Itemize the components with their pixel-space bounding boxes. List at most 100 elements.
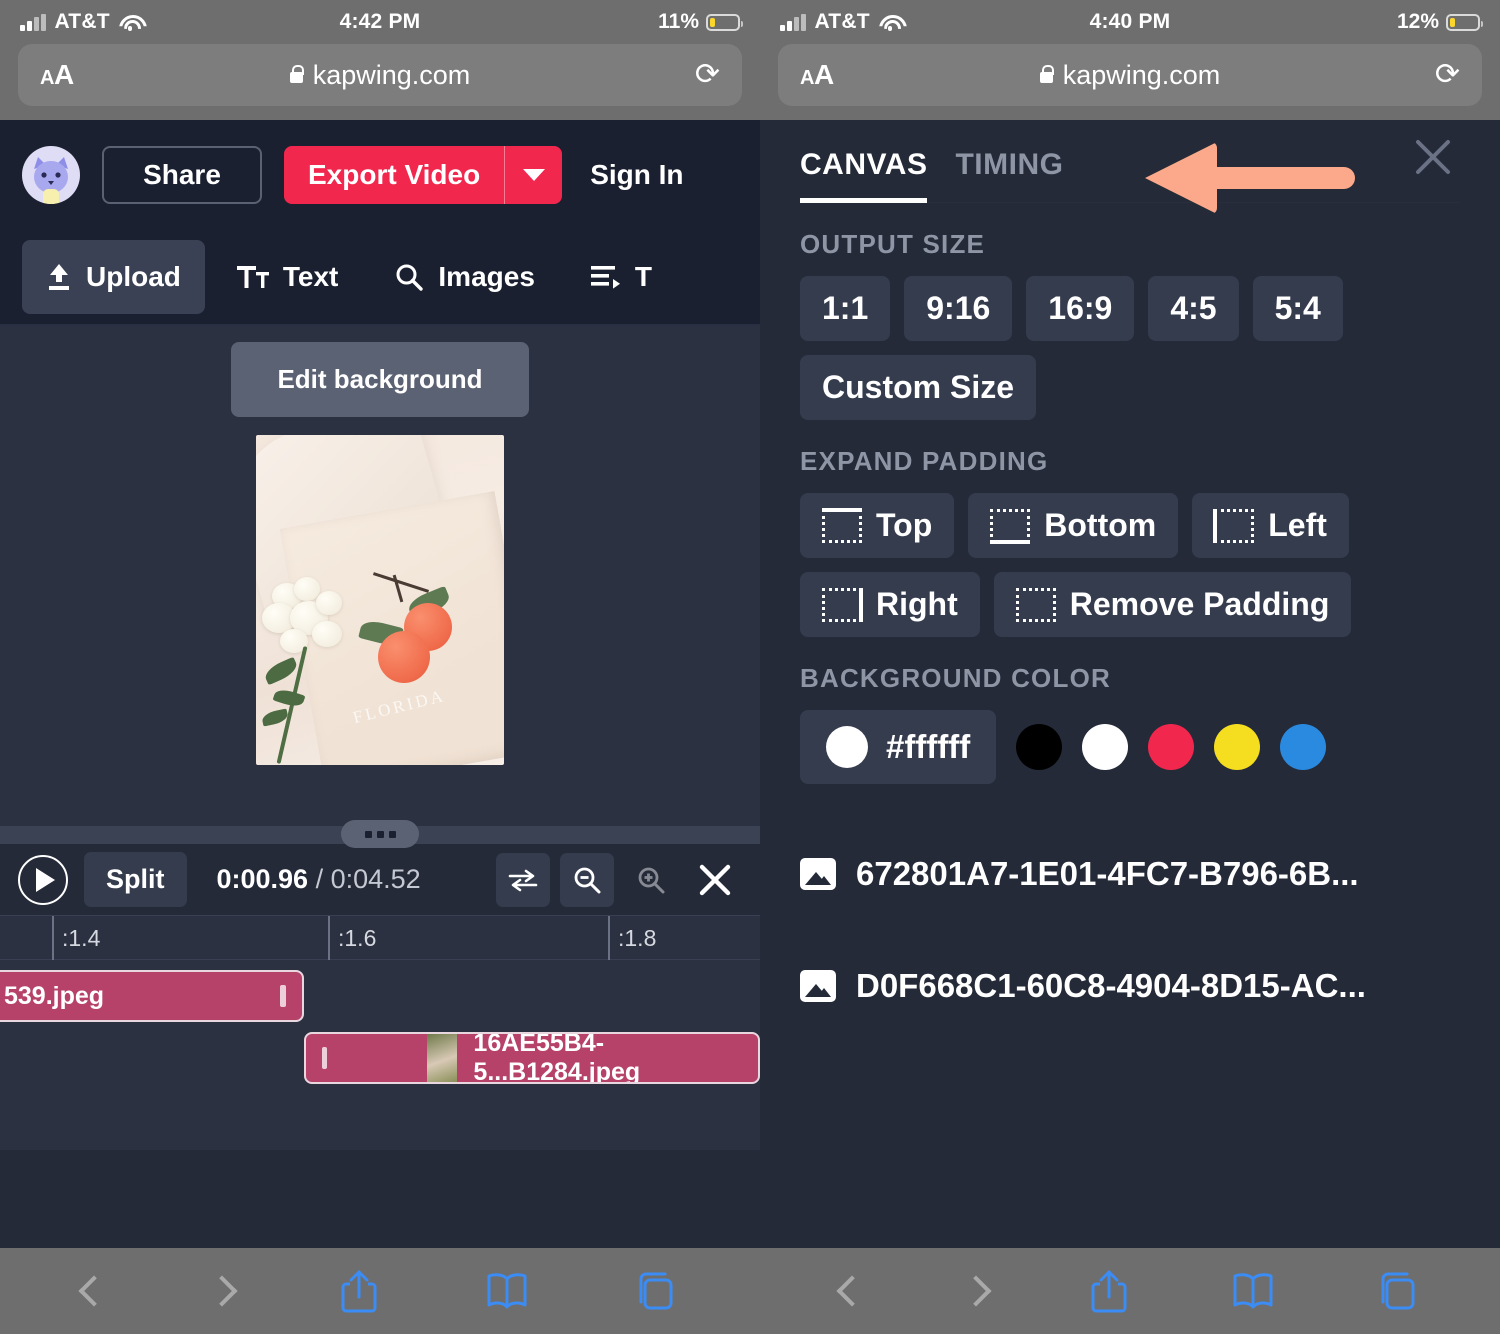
padding-left-label: Left <box>1268 507 1327 543</box>
canvas-preview-image[interactable]: FLORIDA <box>256 435 504 765</box>
avatar[interactable] <box>22 146 80 204</box>
tool-text-label: Text <box>282 261 339 292</box>
text-size-icon[interactable]: AA <box>800 59 834 91</box>
padding-top-button[interactable]: Top <box>800 493 955 558</box>
share-icon[interactable] <box>1089 1268 1129 1314</box>
zoom-out-icon[interactable] <box>560 852 614 907</box>
tabs-icon[interactable] <box>635 1270 677 1312</box>
edit-background-button[interactable]: Edit background <box>231 342 529 417</box>
tool-timeline[interactable]: T <box>567 240 676 314</box>
text-icon <box>236 263 269 291</box>
zoom-in-icon[interactable] <box>624 853 678 907</box>
drag-handle-icon[interactable] <box>341 820 419 848</box>
chevron-down-icon[interactable] <box>504 146 563 204</box>
bookmarks-icon[interactable] <box>1231 1271 1275 1311</box>
padding-left-icon <box>1213 508 1255 543</box>
share-button[interactable]: Share <box>102 146 262 204</box>
padding-right-button[interactable]: Right <box>800 572 980 637</box>
padding-right-icon <box>822 587 863 622</box>
tool-upload-label: Upload <box>86 261 181 292</box>
color-preset-yellow[interactable] <box>1214 724 1261 770</box>
battery-icon <box>1446 13 1483 31</box>
padding-bottom-button[interactable]: Bottom <box>968 493 1179 558</box>
padding-bottom-icon <box>990 508 1031 544</box>
color-preset-red[interactable] <box>1148 724 1195 770</box>
tool-upload[interactable]: Upload <box>22 240 205 314</box>
safari-urlbar-wrap-right: AA kapwing.com ⟳ <box>760 44 1500 120</box>
padding-bottom-label: Bottom <box>1044 507 1157 543</box>
export-button-group: Export Video <box>284 146 563 204</box>
back-icon[interactable] <box>836 1275 868 1307</box>
close-panel-icon[interactable] <box>1406 130 1460 184</box>
padding-left-button[interactable]: Left <box>1192 493 1349 558</box>
app-topbar: Share Export Video Sign In <box>0 120 760 230</box>
clip-trim-handle[interactable] <box>280 985 286 1007</box>
ruler-tick: :1.4 <box>52 916 100 960</box>
tab-canvas[interactable]: CANVAS <box>800 148 928 203</box>
panel-tabs: CANVAS TIMING <box>800 120 1460 214</box>
timeline-clip[interactable]: 16AE55B4-5...B1284.jpeg <box>304 1032 760 1084</box>
clip-name: 16AE55B4-5...B1284.jpeg <box>473 1032 641 1084</box>
forward-icon[interactable] <box>206 1275 238 1307</box>
left-arrow-annotation <box>1145 142 1355 214</box>
remove-padding-icon <box>1015 587 1056 622</box>
ratio-button-4-5[interactable]: 4:5 <box>1148 276 1239 341</box>
timeline-resize-handle[interactable] <box>0 820 760 848</box>
list-item[interactable]: D0F668C1-60C8-4904-8D15-AC... <box>800 930 1460 1042</box>
reload-icon[interactable]: ⟳ <box>695 60 720 90</box>
timeline-clip[interactable]: 539.jpeg <box>0 970 304 1022</box>
tab-timing[interactable]: TIMING <box>955 148 1063 198</box>
play-button[interactable] <box>18 854 68 905</box>
left-screen: AT&T 4:42 PM 11% AA kapwing.com ⟳ Share … <box>0 0 760 1334</box>
timecode-display: 0:00.96 / 0:04.52 <box>217 864 421 895</box>
share-icon[interactable] <box>339 1268 379 1314</box>
fit-to-screen-icon[interactable] <box>496 852 550 907</box>
color-preset-black[interactable] <box>1016 724 1063 770</box>
lock-icon <box>1039 64 1055 83</box>
remove-padding-button[interactable]: Remove Padding <box>993 572 1352 637</box>
tabs-icon[interactable] <box>1377 1270 1419 1312</box>
color-preset-blue[interactable] <box>1280 724 1327 770</box>
status-left-group: AT&T <box>0 10 141 34</box>
image-file-icon <box>800 858 836 890</box>
url-text: kapwing.com <box>1062 59 1221 90</box>
output-size-heading: OUTPUT SIZE <box>800 229 986 259</box>
forward-icon[interactable] <box>960 1275 992 1307</box>
tool-images-label: Images <box>438 261 535 292</box>
address-bar[interactable]: AA kapwing.com ⟳ <box>778 44 1482 106</box>
close-timeline-icon[interactable] <box>688 853 742 907</box>
ratio-button-16-9[interactable]: 16:9 <box>1026 276 1135 341</box>
dual-screenshot-composite: AT&T 4:42 PM 11% AA kapwing.com ⟳ Share … <box>0 0 1500 1334</box>
tool-images[interactable]: Images <box>370 240 559 314</box>
timeline-controls: Split 0:00.96 / 0:04.52 <box>0 844 760 916</box>
battery-icon <box>706 13 743 31</box>
timeline-icon <box>590 263 621 291</box>
app-toolbar: Upload Text Images T <box>0 230 760 326</box>
ratio-button-1-1[interactable]: 1:1 <box>800 276 891 341</box>
signal-bars-icon <box>780 13 806 31</box>
back-icon[interactable] <box>78 1275 110 1307</box>
upload-icon <box>46 262 72 292</box>
url-display: kapwing.com <box>778 60 1482 91</box>
color-preset-white[interactable] <box>1082 724 1129 770</box>
address-bar[interactable]: AA kapwing.com ⟳ <box>18 44 742 106</box>
bookmarks-icon[interactable] <box>485 1271 529 1311</box>
hex-value-label: #ffffff <box>886 728 971 765</box>
timeline-ruler[interactable]: :1.4 :1.6 :1.8 <box>0 916 760 960</box>
export-video-button[interactable]: Export Video <box>284 146 505 204</box>
orange-fruit-bottom <box>378 631 430 683</box>
ratio-button-9-16[interactable]: 9:16 <box>904 276 1013 341</box>
custom-size-button[interactable]: Custom Size <box>800 355 1037 420</box>
reload-icon[interactable]: ⟳ <box>1435 60 1460 90</box>
ratio-button-5-4[interactable]: 5:4 <box>1252 276 1343 341</box>
split-button[interactable]: Split <box>84 852 187 907</box>
clip-name: 539.jpeg <box>4 981 105 1010</box>
text-size-icon[interactable]: AA <box>40 59 74 91</box>
hex-color-field[interactable]: #ffffff <box>800 710 997 784</box>
battery-percent-label: 11% <box>658 10 699 33</box>
safari-urlbar-wrap-left: AA kapwing.com ⟳ <box>0 44 760 120</box>
list-item[interactable]: 672801A7-1E01-4FC7-B796-6B... <box>800 818 1460 930</box>
tool-text[interactable]: Text <box>213 240 363 314</box>
sign-in-button[interactable]: Sign In <box>590 159 683 191</box>
clip-trim-handle[interactable] <box>322 1047 328 1069</box>
